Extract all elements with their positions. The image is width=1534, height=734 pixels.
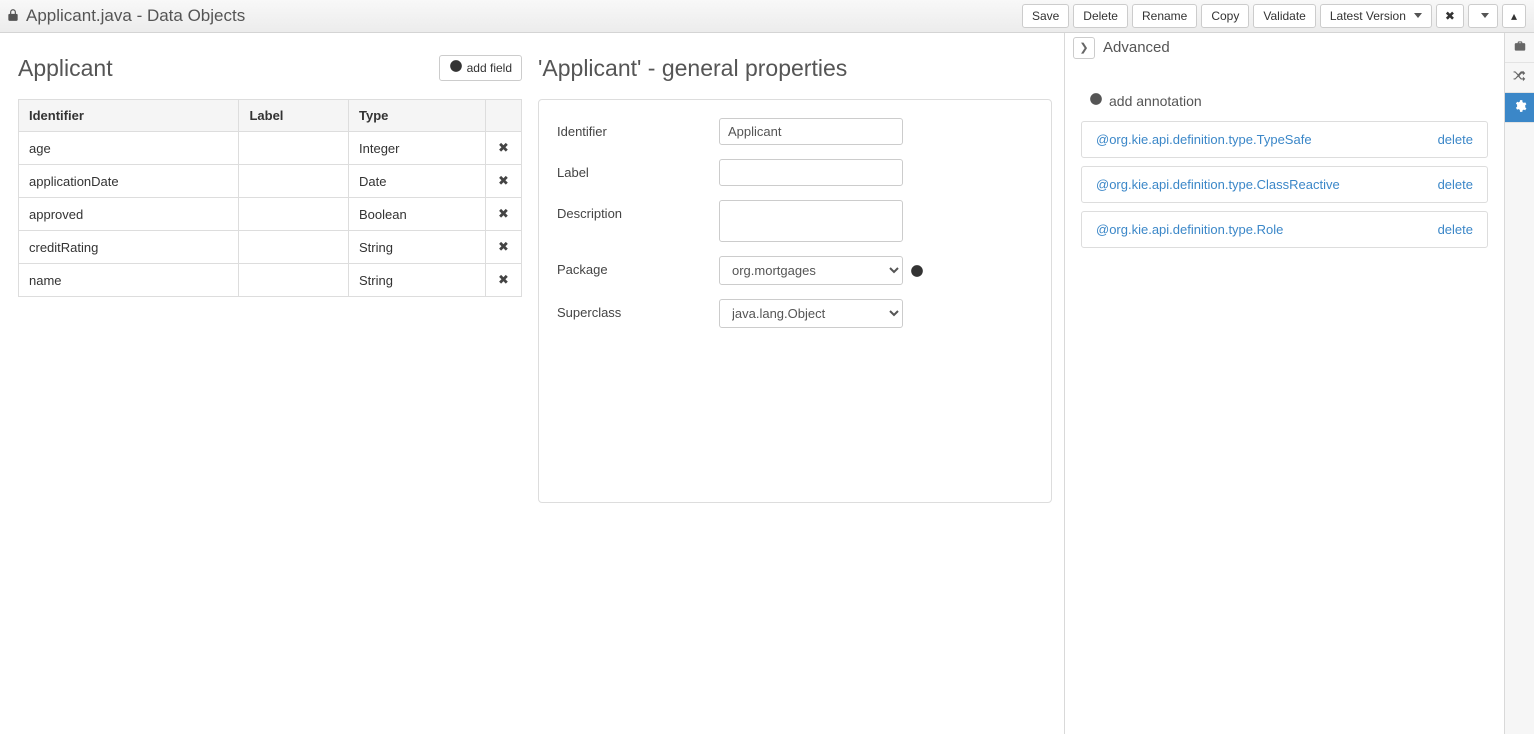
rename-button[interactable]: Rename (1132, 4, 1197, 29)
lock-icon (6, 8, 20, 25)
collapse-up-button[interactable]: ▴ (1502, 4, 1526, 29)
dropdown-button[interactable] (1468, 4, 1498, 29)
delete-button[interactable]: Delete (1073, 4, 1128, 29)
label-label: Label (557, 159, 719, 180)
annotation-link[interactable]: @org.kie.api.definition.type.TypeSafe (1096, 132, 1312, 147)
toolbar-actions: Save Delete Rename Copy Validate Latest … (1022, 4, 1526, 29)
description-label: Description (557, 200, 719, 221)
add-annotation-label: add annotation (1109, 93, 1202, 109)
properties-panel: Identifier Label Description Package org… (538, 99, 1052, 503)
delete-field-button[interactable]: ✖ (486, 231, 522, 264)
add-field-label: add field (467, 60, 512, 77)
cell-label (239, 264, 349, 297)
table-row[interactable]: applicationDate Date ✖ (19, 165, 522, 198)
plus-icon (449, 59, 463, 78)
object-title: Applicant (18, 55, 113, 82)
annotation-delete-link[interactable]: delete (1438, 222, 1473, 237)
col-type: Type (349, 100, 486, 132)
annotation-link[interactable]: @org.kie.api.definition.type.ClassReacti… (1096, 177, 1340, 192)
properties-title: 'Applicant' - general properties (538, 55, 847, 82)
advanced-title: Advanced (1103, 39, 1170, 56)
shuffle-icon (1513, 69, 1527, 86)
superclass-label: Superclass (557, 299, 719, 320)
close-icon: ✖ (1445, 8, 1455, 25)
latest-version-button[interactable]: Latest Version (1320, 4, 1432, 29)
table-row[interactable]: creditRating String ✖ (19, 231, 522, 264)
tool-settings[interactable] (1505, 93, 1534, 123)
close-icon: ✖ (498, 272, 509, 287)
add-field-button[interactable]: add field (439, 55, 522, 82)
save-button[interactable]: Save (1022, 4, 1069, 29)
cell-type: String (349, 231, 486, 264)
cell-identifier: name (19, 264, 239, 297)
editor-title: Applicant.java - Data Objects (26, 6, 245, 26)
delete-field-button[interactable]: ✖ (486, 198, 522, 231)
cell-label (239, 132, 349, 165)
identifier-label: Identifier (557, 118, 719, 139)
superclass-select[interactable]: java.lang.Object (719, 299, 903, 328)
close-icon: ✖ (498, 140, 509, 155)
delete-field-button[interactable]: ✖ (486, 132, 522, 165)
cell-type: Date (349, 165, 486, 198)
fields-table: Identifier Label Type ageInteger✖applica… (18, 99, 522, 297)
label-input[interactable] (719, 159, 903, 186)
close-icon: ✖ (498, 239, 509, 254)
gear-icon (1513, 99, 1527, 116)
annotation-link[interactable]: @org.kie.api.definition.type.Role (1096, 222, 1283, 237)
table-row[interactable]: approved Boolean ✖ (19, 198, 522, 231)
cell-type: String (349, 264, 486, 297)
cell-identifier: applicationDate (19, 165, 239, 198)
annotation-item: @org.kie.api.definition.type.Role delete (1081, 211, 1488, 248)
close-editor-button[interactable]: ✖ (1436, 4, 1464, 29)
cell-label (239, 231, 349, 264)
annotation-item: @org.kie.api.definition.type.TypeSafe del… (1081, 121, 1488, 158)
annotation-item: @org.kie.api.definition.type.ClassReacti… (1081, 166, 1488, 203)
validate-button[interactable]: Validate (1253, 4, 1315, 29)
annotation-delete-link[interactable]: delete (1438, 177, 1473, 192)
delete-field-button[interactable]: ✖ (486, 165, 522, 198)
annotation-delete-link[interactable]: delete (1438, 132, 1473, 147)
tool-briefcase[interactable] (1505, 33, 1534, 63)
col-identifier: Identifier (19, 100, 239, 132)
cell-type: Boolean (349, 198, 486, 231)
col-label: Label (239, 100, 349, 132)
add-annotation-button[interactable]: add annotation (1089, 92, 1202, 109)
cell-type: Integer (349, 132, 486, 165)
tool-shuffle[interactable] (1505, 63, 1534, 93)
chevron-right-icon: ❯ (1079, 41, 1088, 54)
plus-icon (1089, 92, 1103, 109)
editor-toolbar: Applicant.java - Data Objects Save Delet… (0, 0, 1534, 33)
cell-label (239, 165, 349, 198)
identifier-input[interactable] (719, 118, 903, 145)
package-label: Package (557, 256, 719, 277)
advanced-panel: ❯ Advanced add annotation @org.kie.api.d… (1064, 33, 1504, 734)
tool-rail (1504, 33, 1534, 734)
cell-identifier: creditRating (19, 231, 239, 264)
cell-label (239, 198, 349, 231)
delete-field-button[interactable]: ✖ (486, 264, 522, 297)
table-row[interactable]: name String ✖ (19, 264, 522, 297)
add-package-button[interactable] (909, 263, 925, 279)
description-input[interactable] (719, 200, 903, 242)
close-icon: ✖ (498, 173, 509, 188)
cell-identifier: age (19, 132, 239, 165)
cell-identifier: approved (19, 198, 239, 231)
package-select[interactable]: org.mortgages (719, 256, 903, 285)
chevron-up-icon: ▴ (1511, 8, 1517, 25)
collapse-advanced-button[interactable]: ❯ (1073, 37, 1095, 59)
close-icon: ✖ (498, 206, 509, 221)
table-row[interactable]: age Integer ✖ (19, 132, 522, 165)
col-actions (486, 100, 522, 132)
copy-button[interactable]: Copy (1201, 4, 1249, 29)
briefcase-icon (1513, 39, 1527, 56)
